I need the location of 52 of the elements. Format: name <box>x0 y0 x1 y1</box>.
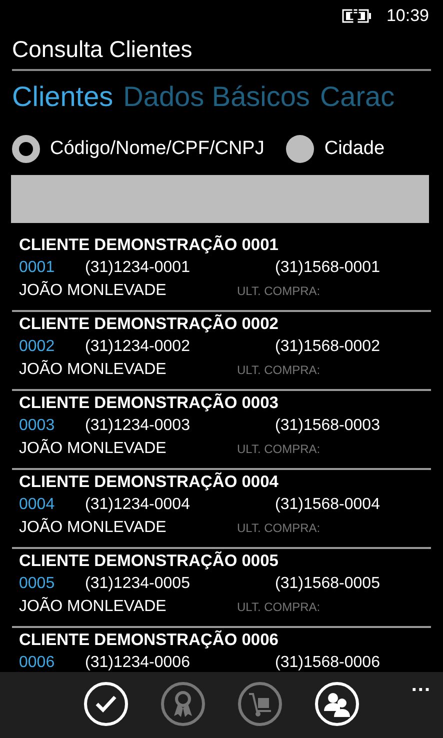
client-code: 0004 <box>19 495 56 515</box>
client-city: JOÃO MONLEVADE <box>19 438 168 459</box>
radio-label: Cidade <box>324 138 385 160</box>
last-purchase-label: ULT. COMPRA: <box>237 283 322 300</box>
client-city: JOÃO MONLEVADE <box>19 596 168 617</box>
client-list-item[interactable]: CLIENTE DEMONSTRAÇÃO 0002 0002 (31)1234-0002 (31)1568-0002 JOÃO MONLEVADE ULT. COMPRA: <box>12 312 431 391</box>
last-purchase-label: ULT. COMPRA: <box>237 599 322 616</box>
clock-time: 10:39 <box>386 6 429 26</box>
client-name: CLIENTE DEMONSTRAÇÃO 0001 <box>19 235 280 256</box>
client-name: CLIENTE DEMONSTRAÇÃO 0003 <box>19 393 280 414</box>
phone-number: (31)1234-0002 <box>85 337 191 357</box>
people-icon <box>323 691 351 717</box>
phone-number: (31)1568-0003 <box>275 416 381 436</box>
radio-button[interactable] <box>12 135 40 163</box>
phone-number: (31)1234-0005 <box>85 574 191 594</box>
phone-number: (31)1234-0003 <box>85 416 191 436</box>
client-list-item[interactable]: CLIENTE DEMONSTRAÇÃO 0004 0004 (31)1234-0004 (31)1568-0004 JOÃO MONLEVADE ULT. COMPRA: <box>12 470 431 549</box>
radio-label: Código/Nome/CPF/CNPJ <box>50 138 264 160</box>
phone-number: (31)1568-0005 <box>275 574 381 594</box>
client-list-item[interactable]: CLIENTE DEMONSTRAÇÃO 0001 0001 (31)1234-0001 (31)1568-0001 JOÃO MONLEVADE ULT. COMPRA: <box>12 233 431 312</box>
client-code: 0006 <box>19 653 56 673</box>
last-purchase-label: ULT. COMPRA: <box>237 441 322 458</box>
phone-number: (31)1568-0004 <box>275 495 381 515</box>
phone-number: (31)1568-0002 <box>275 337 381 357</box>
checkmark-icon <box>94 694 118 714</box>
client-city: JOÃO MONLEVADE <box>19 359 168 380</box>
last-purchase-label: ULT. COMPRA: <box>237 520 322 537</box>
phone-number: (31)1234-0006 <box>85 653 191 673</box>
client-list-item[interactable]: CLIENTE DEMONSTRAÇÃO 0005 0005 (31)1234-0005 (31)1568-0005 JOÃO MONLEVADE ULT. COMPRA: <box>12 549 431 628</box>
client-name: CLIENTE DEMONSTRAÇÃO 0002 <box>19 314 280 335</box>
client-code: 0003 <box>19 416 56 436</box>
hand-truck-icon <box>246 690 274 718</box>
phone-number: (31)1568-0006 <box>275 653 381 673</box>
client-code: 0005 <box>19 574 56 594</box>
last-purchase-label: ULT. COMPRA: <box>237 362 322 379</box>
more-menu[interactable]: ... <box>411 674 431 697</box>
search-field[interactable] <box>11 175 429 223</box>
client-name: CLIENTE DEMONSTRAÇÃO 0005 <box>19 551 280 572</box>
ribbon-medal-icon <box>171 689 195 719</box>
client-city: JOÃO MONLEVADE <box>19 280 168 301</box>
client-code: 0002 <box>19 337 56 357</box>
client-name: CLIENTE DEMONSTRAÇÃO 0004 <box>19 472 280 493</box>
page-title: Consulta Clientes <box>12 32 431 71</box>
phone-number: (31)1234-0001 <box>85 258 191 278</box>
client-list-item[interactable]: CLIENTE DEMONSTRAÇÃO 0003 0003 (31)1234-0003 (31)1568-0003 JOÃO MONLEVADE ULT. COMPRA: <box>12 391 431 470</box>
client-code: 0001 <box>19 258 56 278</box>
phone-number: (31)1568-0001 <box>275 258 381 278</box>
client-name: CLIENTE DEMONSTRAÇÃO 0006 <box>19 630 280 651</box>
phone-number: (31)1234-0004 <box>85 495 191 515</box>
radio-button[interactable] <box>286 135 314 163</box>
pivot-tab[interactable]: Clientes <box>12 81 114 113</box>
client-city: JOÃO MONLEVADE <box>19 517 168 538</box>
